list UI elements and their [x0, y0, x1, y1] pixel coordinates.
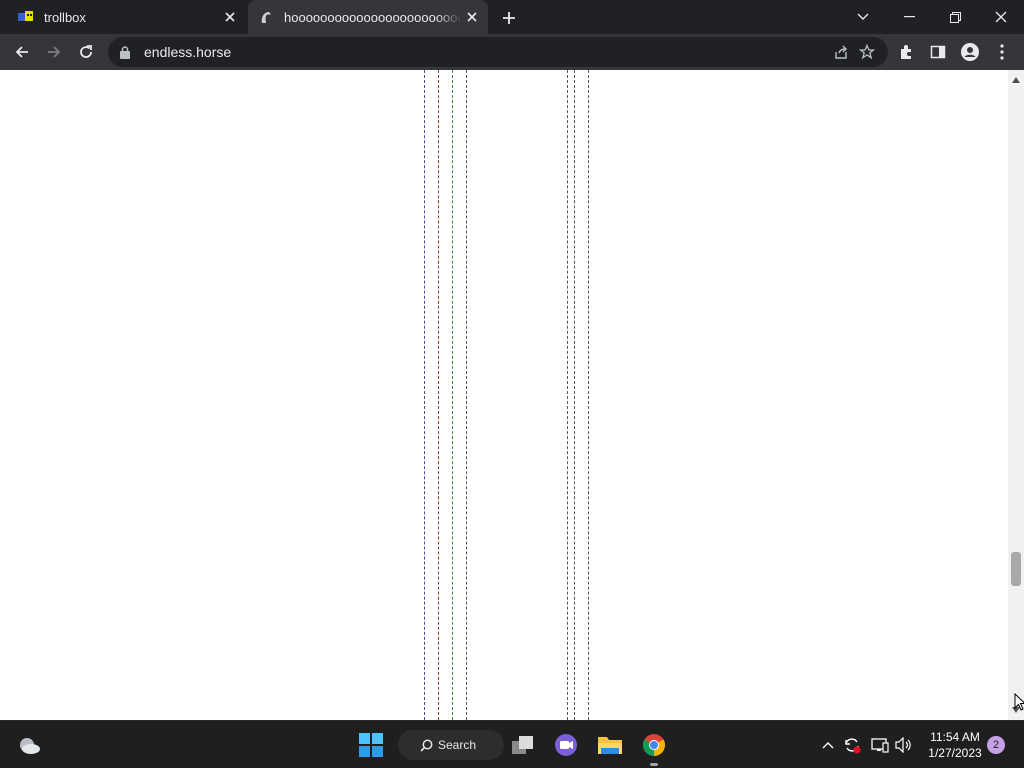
trollbox-icon [18, 9, 34, 25]
network-icon[interactable] [868, 733, 892, 757]
profile-icon[interactable] [956, 38, 984, 66]
horse-leg-line [466, 70, 467, 720]
task-view-icon[interactable] [508, 729, 538, 761]
start-button[interactable] [356, 729, 386, 761]
share-icon[interactable] [828, 39, 854, 65]
teams-chat-icon[interactable] [551, 729, 581, 761]
horse-leg-line [567, 70, 568, 720]
taskbar-search[interactable]: Search [398, 730, 504, 760]
tab-search-chevron-icon[interactable] [840, 0, 886, 34]
web-page [0, 70, 1008, 720]
tab-endless-horse[interactable]: hooooooooooooooooooooooooooooooooooooooo… [248, 0, 488, 34]
lock-icon[interactable] [120, 45, 136, 59]
horse-icon [258, 9, 274, 25]
file-explorer-icon[interactable] [595, 729, 625, 761]
close-window-button[interactable] [978, 0, 1024, 34]
minimize-button[interactable] [886, 0, 932, 34]
scroll-up-arrow-icon[interactable] [1008, 72, 1024, 88]
show-hidden-icons-chevron-icon[interactable] [816, 733, 840, 757]
back-button[interactable] [8, 38, 36, 66]
notification-badge[interactable]: 2 [987, 736, 1005, 754]
browser-toolbar: endless.horse [0, 34, 1024, 70]
horse-leg-line [438, 70, 439, 720]
url-text[interactable]: endless.horse [144, 44, 828, 60]
chrome-icon[interactable] [639, 729, 669, 761]
bookmark-star-icon[interactable] [854, 39, 880, 65]
page-scrollbar[interactable] [1008, 70, 1024, 720]
clock-date: 1/27/2023 [928, 746, 982, 760]
horse-leg-line [452, 70, 453, 720]
windows-taskbar: Search 11:54 AM 1/27/2023 2 [0, 720, 1024, 768]
clock-time: 11:54 AM [930, 730, 980, 744]
close-tab-icon[interactable] [220, 7, 240, 27]
tab-title: trollbox [44, 9, 86, 25]
tab-trollbox[interactable]: trollbox [8, 0, 246, 34]
search-label: Search [438, 738, 477, 752]
mouse-cursor-icon [1014, 692, 1024, 711]
new-tab-button[interactable] [498, 7, 520, 29]
tab-title: hooooooooooooooooooooooooooooooooooooooo… [284, 9, 462, 25]
horse-leg-line [588, 70, 589, 720]
restore-button[interactable] [932, 0, 978, 34]
weather-widget-icon[interactable] [14, 729, 44, 761]
system-clock[interactable]: 11:54 AM 1/27/2023 [920, 729, 990, 761]
extensions-icon[interactable] [892, 38, 920, 66]
reload-button[interactable] [72, 38, 100, 66]
horse-leg-line [424, 70, 425, 720]
volume-icon[interactable] [892, 733, 916, 757]
sync-icon[interactable] [840, 733, 864, 757]
menu-kebab-icon[interactable] [988, 38, 1016, 66]
forward-button[interactable] [40, 38, 68, 66]
search-icon [420, 739, 433, 752]
close-tab-icon[interactable] [462, 7, 482, 27]
scrollbar-thumb[interactable] [1011, 552, 1021, 586]
side-panel-icon[interactable] [924, 38, 952, 66]
address-bar[interactable]: endless.horse [108, 37, 888, 67]
horse-leg-line [574, 70, 575, 720]
tab-strip: trollbox hoooooooooooooooooooooooooooooo… [0, 0, 1024, 34]
running-indicator [650, 763, 658, 766]
